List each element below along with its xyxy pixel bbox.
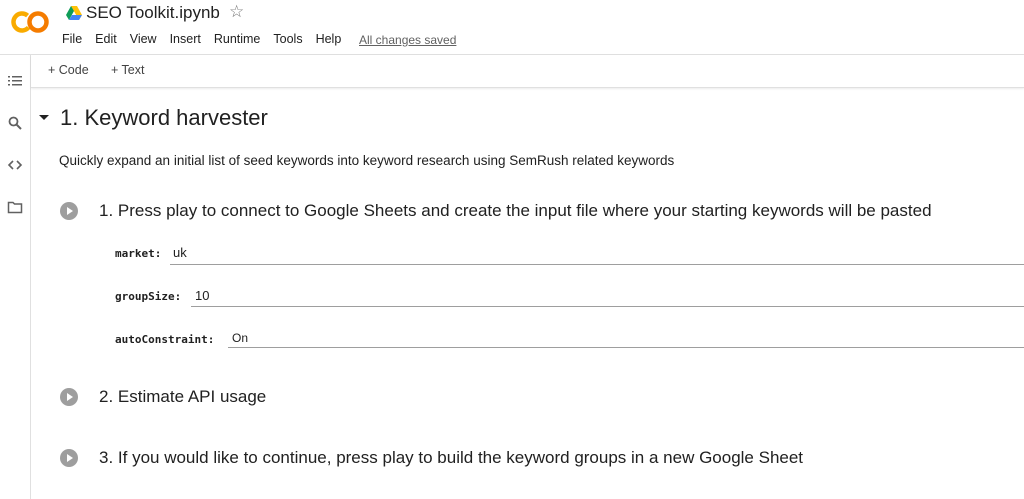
add-text-button[interactable]: + Text <box>111 63 144 77</box>
market-input-underline <box>170 264 1024 265</box>
field-label-autoconstraint: autoConstraint: <box>115 333 215 346</box>
field-label-groupsize: groupSize: <box>115 290 182 303</box>
menu-tools[interactable]: Tools <box>273 32 302 46</box>
add-code-button[interactable]: + Code <box>48 63 89 77</box>
notebook-title[interactable]: SEO Toolkit.ipynb <box>86 3 220 23</box>
autoconstraint-dropdown[interactable]: On <box>232 331 248 345</box>
section-heading: 1. Keyword harvester <box>60 105 268 130</box>
code-snippets-icon[interactable] <box>7 157 23 173</box>
table-of-contents-icon[interactable] <box>7 73 23 89</box>
section-description: Quickly expand an initial list of seed k… <box>59 153 675 168</box>
menu-help[interactable]: Help <box>316 32 342 46</box>
menu-insert[interactable]: Insert <box>170 32 201 46</box>
star-icon[interactable]: ☆ <box>229 2 244 22</box>
search-icon[interactable] <box>7 115 23 131</box>
menu-edit[interactable]: Edit <box>95 32 117 46</box>
cell-3-title: 3. If you would like to continue, press … <box>99 448 804 467</box>
market-input[interactable]: uk <box>173 245 187 260</box>
cell-toolbar: + Code + Text <box>31 55 1024 88</box>
field-label-market: market: <box>115 247 162 260</box>
left-sidebar <box>0 55 31 499</box>
run-cell-1-button[interactable] <box>60 202 78 220</box>
app-header: SEO Toolkit.ipynb ☆ File Edit View Inser… <box>0 0 1024 54</box>
autoconstraint-dropdown-underline <box>228 347 1024 348</box>
menu-bar: File Edit View Insert Runtime Tools Help <box>62 32 354 46</box>
menu-view[interactable]: View <box>130 32 157 46</box>
cell-2-title: 2. Estimate API usage <box>99 387 267 406</box>
run-cell-2-button[interactable] <box>60 388 78 406</box>
collapse-section-icon[interactable] <box>39 115 49 120</box>
save-status-link[interactable]: All changes saved <box>359 33 456 47</box>
run-cell-3-button[interactable] <box>60 449 78 467</box>
colab-logo[interactable] <box>10 9 50 35</box>
menu-file[interactable]: File <box>62 32 82 46</box>
notebook-content: 1. Keyword harvester Quickly expand an i… <box>31 88 1024 499</box>
google-drive-icon[interactable] <box>66 6 82 20</box>
groupsize-input[interactable]: 10 <box>195 288 209 303</box>
files-icon[interactable] <box>7 199 23 215</box>
menu-runtime[interactable]: Runtime <box>214 32 261 46</box>
cell-1-title: 1. Press play to connect to Google Sheet… <box>99 201 932 220</box>
groupsize-input-underline <box>191 306 1024 307</box>
